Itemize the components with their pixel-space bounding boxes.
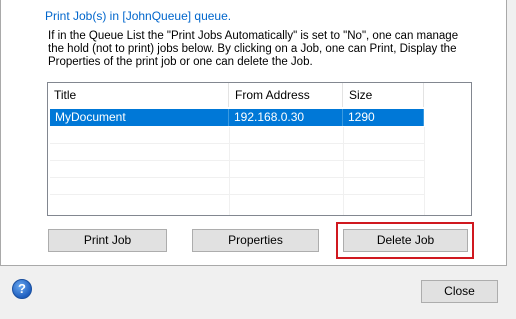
properties-button[interactable]: Properties: [192, 229, 319, 252]
help-icon[interactable]: ?: [12, 279, 32, 299]
grid-line: [50, 143, 424, 144]
job-from-address-cell: 192.168.0.30: [229, 109, 343, 126]
grid-line: [50, 194, 424, 195]
job-title-cell: MyDocument: [50, 109, 229, 126]
queue-title: Print Job(s) in [JohnQueue] queue.: [45, 9, 232, 23]
grid-line: [229, 127, 230, 215]
column-header-size[interactable]: Size: [343, 83, 424, 107]
print-jobs-list[interactable]: Title From Address Size MyDocument 192.1…: [47, 82, 472, 216]
grid-line: [50, 177, 424, 178]
grid-line: [50, 160, 424, 161]
close-button[interactable]: Close: [421, 280, 498, 303]
column-header-title[interactable]: Title: [48, 83, 229, 107]
grid-line: [424, 127, 425, 215]
print-job-button[interactable]: Print Job: [48, 229, 167, 252]
job-size-cell: 1290: [343, 109, 424, 126]
delete-job-highlight-box: [336, 222, 474, 259]
instructions-text: If in the Queue List the "Print Jobs Aut…: [48, 30, 459, 68]
job-row-selected[interactable]: MyDocument 192.168.0.30 1290: [50, 109, 424, 126]
column-header-from-address[interactable]: From Address: [229, 83, 343, 107]
list-header: Title From Address Size: [48, 83, 471, 107]
grid-line: [343, 127, 344, 215]
print-jobs-panel: Print Job(s) in [JohnQueue] queue. If in…: [0, 0, 507, 266]
